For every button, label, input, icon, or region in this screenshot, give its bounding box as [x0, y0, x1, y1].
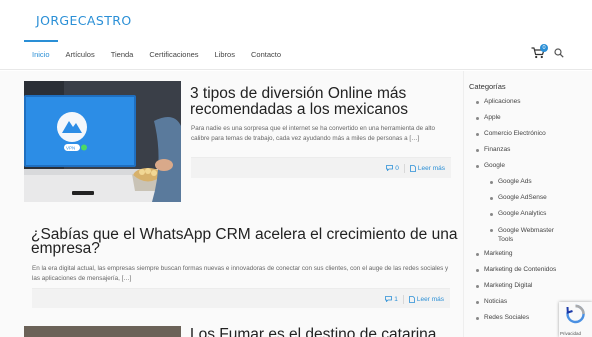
- post-thumbnail[interactable]: [24, 326, 181, 337]
- cart-count-badge: 0: [540, 44, 548, 52]
- post-title[interactable]: Los Fumar es el destino de catarina: [190, 327, 460, 337]
- document-icon: [408, 295, 415, 303]
- post-meta-bar: 1 Leer más: [32, 288, 450, 308]
- site-logo[interactable]: JORGECASTRO: [36, 13, 132, 28]
- nav-item-certificaciones[interactable]: Certificaciones: [141, 40, 206, 70]
- site-header: JORGECASTRO Inicio Artículos Tienda Cert…: [0, 0, 592, 70]
- read-more-link[interactable]: Leer más: [408, 295, 444, 303]
- post-excerpt: En la era digital actual, las empresas s…: [32, 265, 449, 282]
- meta-divider: [402, 294, 404, 304]
- comments-link[interactable]: 1: [385, 296, 398, 303]
- category-item-finanzas[interactable]: Finanzas: [476, 146, 592, 154]
- search-icon[interactable]: [554, 48, 564, 58]
- category-item-google[interactable]: Google: [476, 162, 592, 170]
- nav-item-libros[interactable]: Libros: [207, 40, 243, 70]
- category-item-marketing-de-contenidos[interactable]: Marketing de Contenidos: [476, 266, 592, 274]
- vpn-tv-illustration: VPN: [24, 81, 181, 202]
- category-item-marketing[interactable]: Marketing: [476, 250, 592, 258]
- document-icon: [409, 164, 416, 172]
- category-item-marketing-digital[interactable]: Marketing Digital: [476, 282, 592, 290]
- category-item-google-analytics[interactable]: Google Analytics: [476, 210, 592, 218]
- post-title[interactable]: 3 tipos de diversión Online más recomend…: [190, 86, 455, 118]
- comment-icon: [386, 165, 394, 171]
- comment-count: 0: [395, 164, 399, 172]
- page: JORGECASTRO Inicio Artículos Tienda Cert…: [0, 0, 592, 337]
- category-list: Aplicaciones Apple Comercio Electrónico …: [476, 98, 592, 322]
- category-item-aplicaciones[interactable]: Aplicaciones: [476, 98, 592, 106]
- read-more-link[interactable]: Leer más: [409, 164, 445, 172]
- nav-item-articulos[interactable]: Artículos: [58, 40, 103, 70]
- recaptcha-icon: [566, 304, 585, 324]
- post-excerpt: Para nadie es una sorpresa que el intern…: [191, 125, 435, 142]
- post-title[interactable]: ¿Sabías que el WhatsApp CRM acelera el c…: [31, 227, 461, 257]
- main-nav: Inicio Artículos Tienda Certificaciones …: [24, 40, 289, 70]
- vpn-label: VPN: [66, 146, 75, 151]
- comments-link[interactable]: 0: [386, 165, 399, 172]
- category-item-google-ads[interactable]: Google Ads: [476, 178, 592, 186]
- nav-item-contacto[interactable]: Contacto: [243, 40, 289, 70]
- meta-divider: [403, 163, 405, 173]
- sidebar-title: Categorías: [469, 82, 506, 91]
- comment-icon: [385, 296, 393, 302]
- nav-item-inicio[interactable]: Inicio: [24, 40, 58, 70]
- read-more-label: Leer más: [416, 295, 444, 303]
- nav-item-tienda[interactable]: Tienda: [103, 40, 142, 70]
- category-item-google-webmaster-tools[interactable]: Google Webmaster Tools: [476, 226, 566, 244]
- category-item-apple[interactable]: Apple: [476, 114, 592, 122]
- recaptcha-badge[interactable]: Privacidad: [559, 302, 592, 337]
- category-item-comercio-electronico[interactable]: Comercio Electrónico: [476, 130, 592, 138]
- post-thumbnail-vpn[interactable]: VPN: [24, 81, 181, 202]
- read-more-label: Leer más: [417, 164, 445, 172]
- category-item-google-adsense[interactable]: Google AdSense: [476, 194, 592, 202]
- comment-count: 1: [394, 295, 398, 303]
- post-meta-bar: 0 Leer más: [191, 157, 451, 178]
- recaptcha-privacy-link[interactable]: Privacidad: [560, 331, 581, 336]
